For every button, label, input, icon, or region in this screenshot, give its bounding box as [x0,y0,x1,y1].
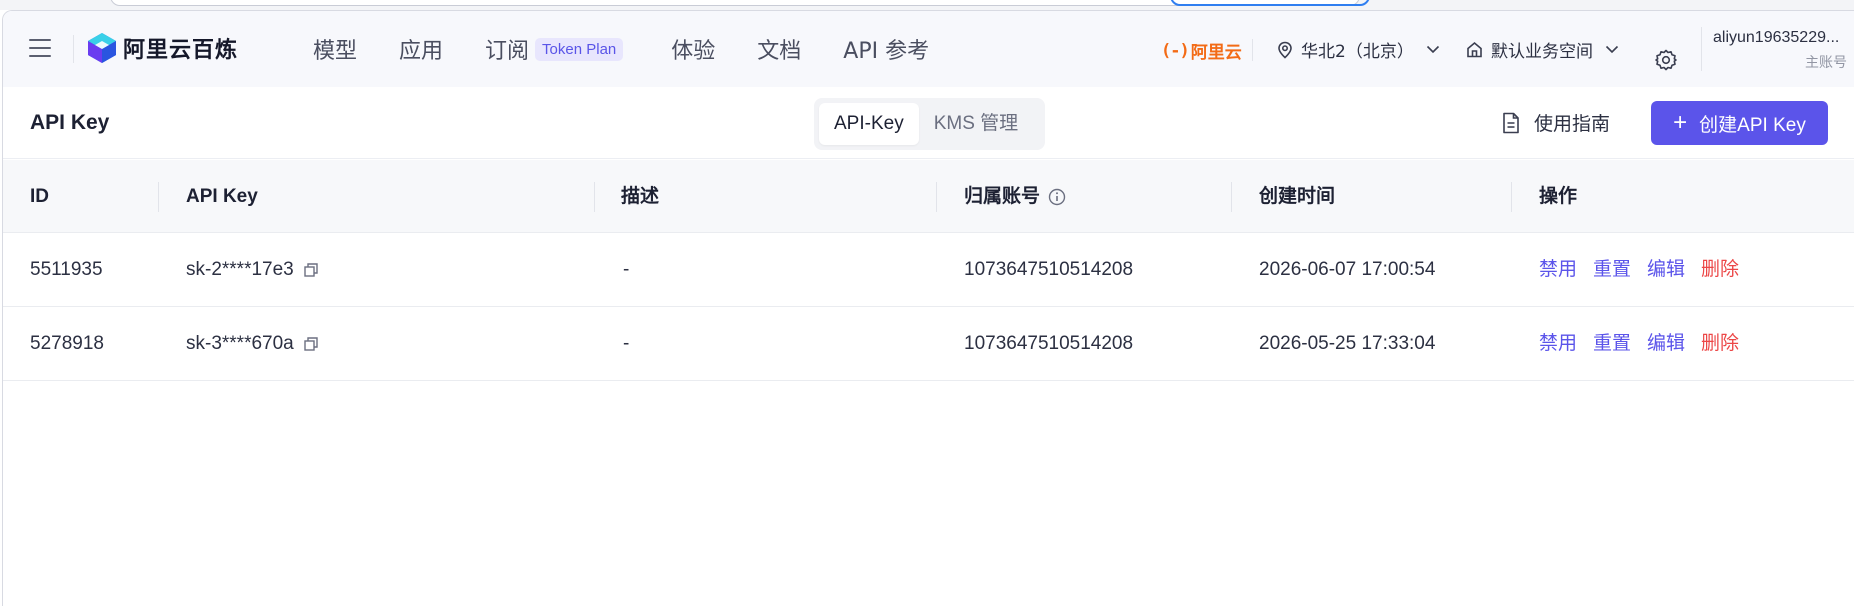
cell-api-key: sk-2****17e3 [186,233,319,307]
home-icon [1467,41,1482,58]
table-row: 5511935 sk-2****17e3 - 1073647510514208 … [3,233,1854,307]
cell-created-time: 2026-06-07 17:00:54 [1259,259,1436,280]
brand-name: 阿里云百炼 [123,38,239,63]
copy-icon[interactable] [303,336,319,352]
cell-created-time: 2026-05-25 17:33:04 [1259,333,1436,354]
column-divider [936,182,937,212]
nav-item-models[interactable]: 模型 [313,33,357,65]
view-tabs: API-Key KMS 管理 [814,98,1045,150]
api-key-table: ID API Key 描述 归属账号 创建时间 操作 5511935 sk-2*… [3,160,1854,381]
usage-guide-label: 使用指南 [1534,113,1611,135]
disable-action-link[interactable]: 禁用 [1539,307,1577,381]
nav-item-docs[interactable]: 文档 [757,33,801,65]
cell-account: 1073647510514208 [964,259,1134,280]
workspace-selector[interactable]: 默认业务空间 [1466,37,1627,62]
column-header-created: 创建时间 [1259,186,1336,207]
cell-actions: 禁用 重置 编辑 删除 [1539,233,1755,307]
column-header-account: 归属账号 [964,160,1066,233]
nav-label: 应用 [399,39,444,64]
bailian-logo-icon [88,33,116,63]
chevron-down-icon [1605,45,1619,54]
nav-label: API 参考 [843,39,930,64]
header-divider [73,35,74,63]
browser-address-highlight [1170,0,1370,6]
cell-id: 5511935 [30,259,103,280]
menu-icon-line [29,47,51,49]
reset-action-link[interactable]: 重置 [1593,233,1631,307]
top-header: 阿里云百炼 模型 应用 订阅 Token Plan 体验 文档 API 参考 (… [3,11,1854,87]
column-header-account-label: 归属账号 [964,186,1041,207]
table-row: 5278918 sk-3****670a - 1073647510514208 … [3,307,1854,381]
token-plan-badge: Token Plan [535,37,624,61]
main-nav: 模型 应用 订阅 Token Plan 体验 文档 API 参考 [313,11,971,87]
plus-icon: + [1673,109,1688,136]
cell-api-key: sk-3****670a [186,307,319,381]
cell-account: 1073647510514208 [964,333,1134,354]
tab-kms[interactable]: KMS 管理 [919,103,1033,145]
chevron-down-icon [1426,45,1439,54]
cell-id: 5278918 [30,333,104,354]
reset-action-link[interactable]: 重置 [1593,307,1631,381]
table-header: ID API Key 描述 归属账号 创建时间 操作 [3,160,1854,233]
usage-guide-link[interactable]: 使用指南 [1502,109,1610,136]
page-title: API Key [30,111,110,134]
cell-actions: 禁用 重置 编辑 删除 [1539,307,1755,381]
app-frame: 阿里云百炼 模型 应用 订阅 Token Plan 体验 文档 API 参考 (… [2,10,1854,606]
aliyun-label: 阿里云 [1190,43,1242,63]
column-header-id: ID [30,186,49,207]
column-divider [594,182,595,212]
nav-item-subscription[interactable]: 订阅 Token Plan [485,33,624,65]
cell-description: - [623,259,630,280]
create-api-key-button[interactable]: + 创建API Key [1651,101,1828,145]
nav-label: 体验 [671,39,716,64]
column-header-api-key: API Key [186,186,258,207]
browser-strip [0,0,1854,10]
delete-action-link[interactable]: 删除 [1701,307,1739,381]
edit-action-link[interactable]: 编辑 [1647,233,1685,307]
account-name: aliyun19635229... [1713,29,1840,46]
account-menu[interactable]: aliyun19635229... 主账号 [1713,29,1853,72]
gear-icon[interactable] [1654,48,1678,72]
workspace-label: 默认业务空间 [1491,42,1593,62]
create-api-key-label: 创建API Key [1699,114,1806,136]
edit-action-link[interactable]: 编辑 [1647,307,1685,381]
nav-label: 模型 [313,39,358,64]
aliyun-logo-icon: (-) [1161,40,1190,61]
menu-toggle-button[interactable] [29,39,51,59]
column-divider [158,182,159,212]
header-divider [1252,39,1253,61]
column-header-actions: 操作 [1539,186,1578,207]
column-divider [1511,182,1512,212]
header-divider [1701,27,1702,71]
menu-icon-line [29,39,51,41]
nav-item-apps[interactable]: 应用 [399,33,443,65]
nav-label: 订阅 [485,39,530,64]
tab-api-key[interactable]: API-Key [819,103,919,145]
api-key-value: sk-3****670a [186,333,294,354]
menu-icon-line [29,55,51,57]
document-icon [1503,112,1519,133]
cell-description: - [623,333,630,354]
nav-item-playground[interactable]: 体验 [671,33,715,65]
account-role: 主账号 [1805,55,1847,71]
brand-logo-link[interactable]: 阿里云百炼 [87,32,238,64]
api-key-value: sk-2****17e3 [186,259,294,280]
disable-action-link[interactable]: 禁用 [1539,233,1577,307]
page-toolbar: API Key API-Key KMS 管理 使用指南 + 创建API Key [3,87,1854,159]
location-pin-icon [1278,41,1292,59]
region-selector[interactable]: 华北2（北京） [1277,37,1448,62]
nav-item-api-reference[interactable]: API 参考 [843,33,929,65]
aliyun-link[interactable]: (-) 阿里云 [1161,38,1242,64]
column-divider [1231,182,1232,212]
region-label: 华北2（北京） [1301,42,1414,62]
delete-action-link[interactable]: 删除 [1701,233,1739,307]
column-header-description: 描述 [621,186,660,207]
nav-label: 文档 [757,39,802,64]
copy-icon[interactable] [303,262,319,278]
info-icon[interactable] [1048,188,1066,206]
